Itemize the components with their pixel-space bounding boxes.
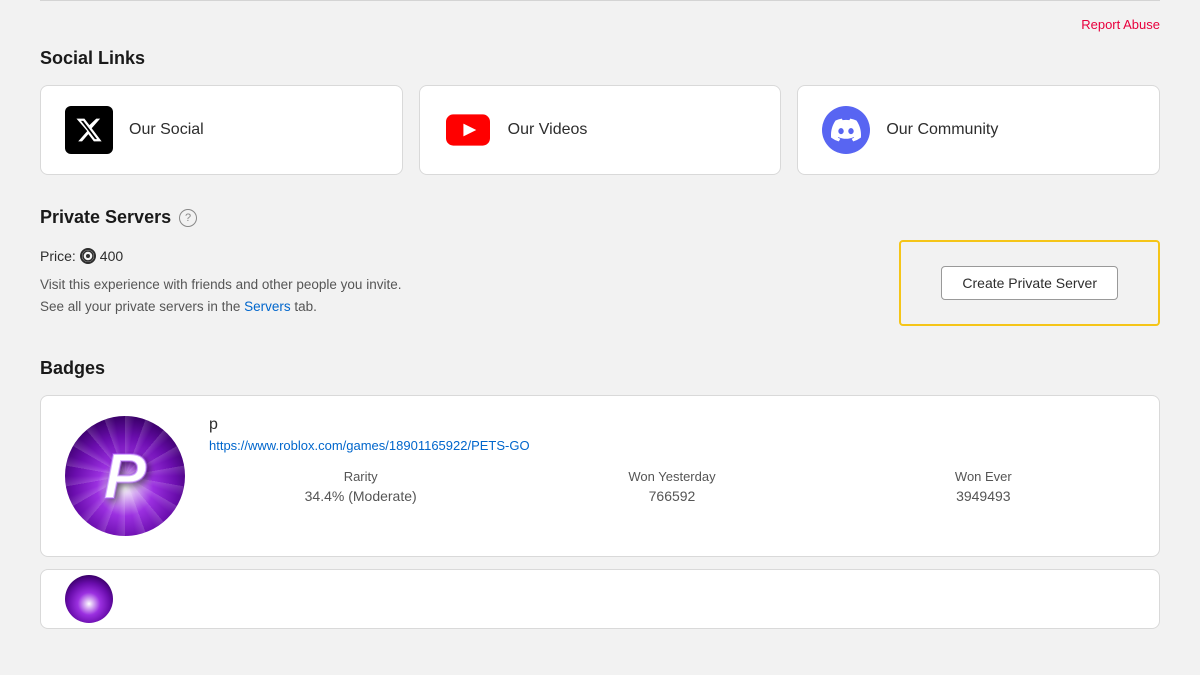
social-links-title: Social Links (40, 48, 1160, 69)
badge-image-small (65, 575, 113, 623)
won-yesterday-stat: Won Yesterday 766592 (520, 469, 823, 504)
badge-url-0[interactable]: https://www.roblox.com/games/18901165922… (209, 438, 1135, 453)
help-icon[interactable]: ? (179, 209, 197, 227)
badge-name-0: p (209, 416, 1135, 434)
won-yesterday-value: 766592 (520, 488, 823, 504)
badge-image-0: P (65, 416, 185, 536)
servers-tab-link[interactable]: Servers (244, 299, 291, 314)
badges-title: Badges (40, 358, 1160, 379)
rarity-value: 34.4% (Moderate) (209, 488, 512, 504)
rarity-stat: Rarity 34.4% (Moderate) (209, 469, 512, 504)
badges-section: Badges P p https://www.roblox.com/games/… (40, 358, 1160, 629)
create-private-server-button[interactable]: Create Private Server (941, 266, 1118, 300)
private-servers-section: Private Servers ? Price: 400 Visit this … (40, 207, 1160, 326)
badge-details-0: p https://www.roblox.com/games/189011659… (209, 416, 1135, 504)
description-line2: See all your private servers in the Serv… (40, 296, 401, 318)
youtube-icon (444, 106, 492, 154)
discord-icon (822, 106, 870, 154)
report-abuse-link[interactable]: Report Abuse (1081, 17, 1160, 32)
discord-label: Our Community (886, 121, 998, 139)
won-ever-value: 3949493 (832, 488, 1135, 504)
won-yesterday-label: Won Yesterday (520, 469, 823, 484)
badge-letter: P (104, 439, 147, 513)
private-servers-title: Private Servers (40, 207, 171, 228)
badge-card-partial (40, 569, 1160, 629)
description-line1: Visit this experience with friends and o… (40, 274, 401, 296)
social-card-youtube[interactable]: Our Videos (419, 85, 782, 175)
x-label: Our Social (129, 121, 204, 139)
badge-stats-0: Rarity 34.4% (Moderate) Won Yesterday 76… (209, 469, 1135, 504)
social-links-grid: Our Social Our Videos Our Community (40, 85, 1160, 175)
won-ever-stat: Won Ever 3949493 (832, 469, 1135, 504)
create-server-box: Create Private Server (899, 240, 1160, 326)
top-divider (40, 0, 1160, 1)
robux-icon (80, 248, 96, 264)
won-ever-label: Won Ever (832, 469, 1135, 484)
private-servers-info: Price: 400 Visit this experience with fr… (40, 248, 401, 317)
price-label: Price: (40, 248, 76, 264)
rarity-label: Rarity (209, 469, 512, 484)
description-line2-end: tab. (294, 299, 317, 314)
social-links-section: Social Links Our Social Our Videos (40, 48, 1160, 175)
social-card-discord[interactable]: Our Community (797, 85, 1160, 175)
description-line2-start: See all your private servers in the (40, 299, 240, 314)
x-icon (65, 106, 113, 154)
price-row: Price: 400 (40, 248, 401, 264)
badge-card-0: P p https://www.roblox.com/games/1890116… (40, 395, 1160, 557)
social-card-x[interactable]: Our Social (40, 85, 403, 175)
description: Visit this experience with friends and o… (40, 274, 401, 317)
price-value: 400 (100, 248, 123, 264)
youtube-label: Our Videos (508, 121, 588, 139)
